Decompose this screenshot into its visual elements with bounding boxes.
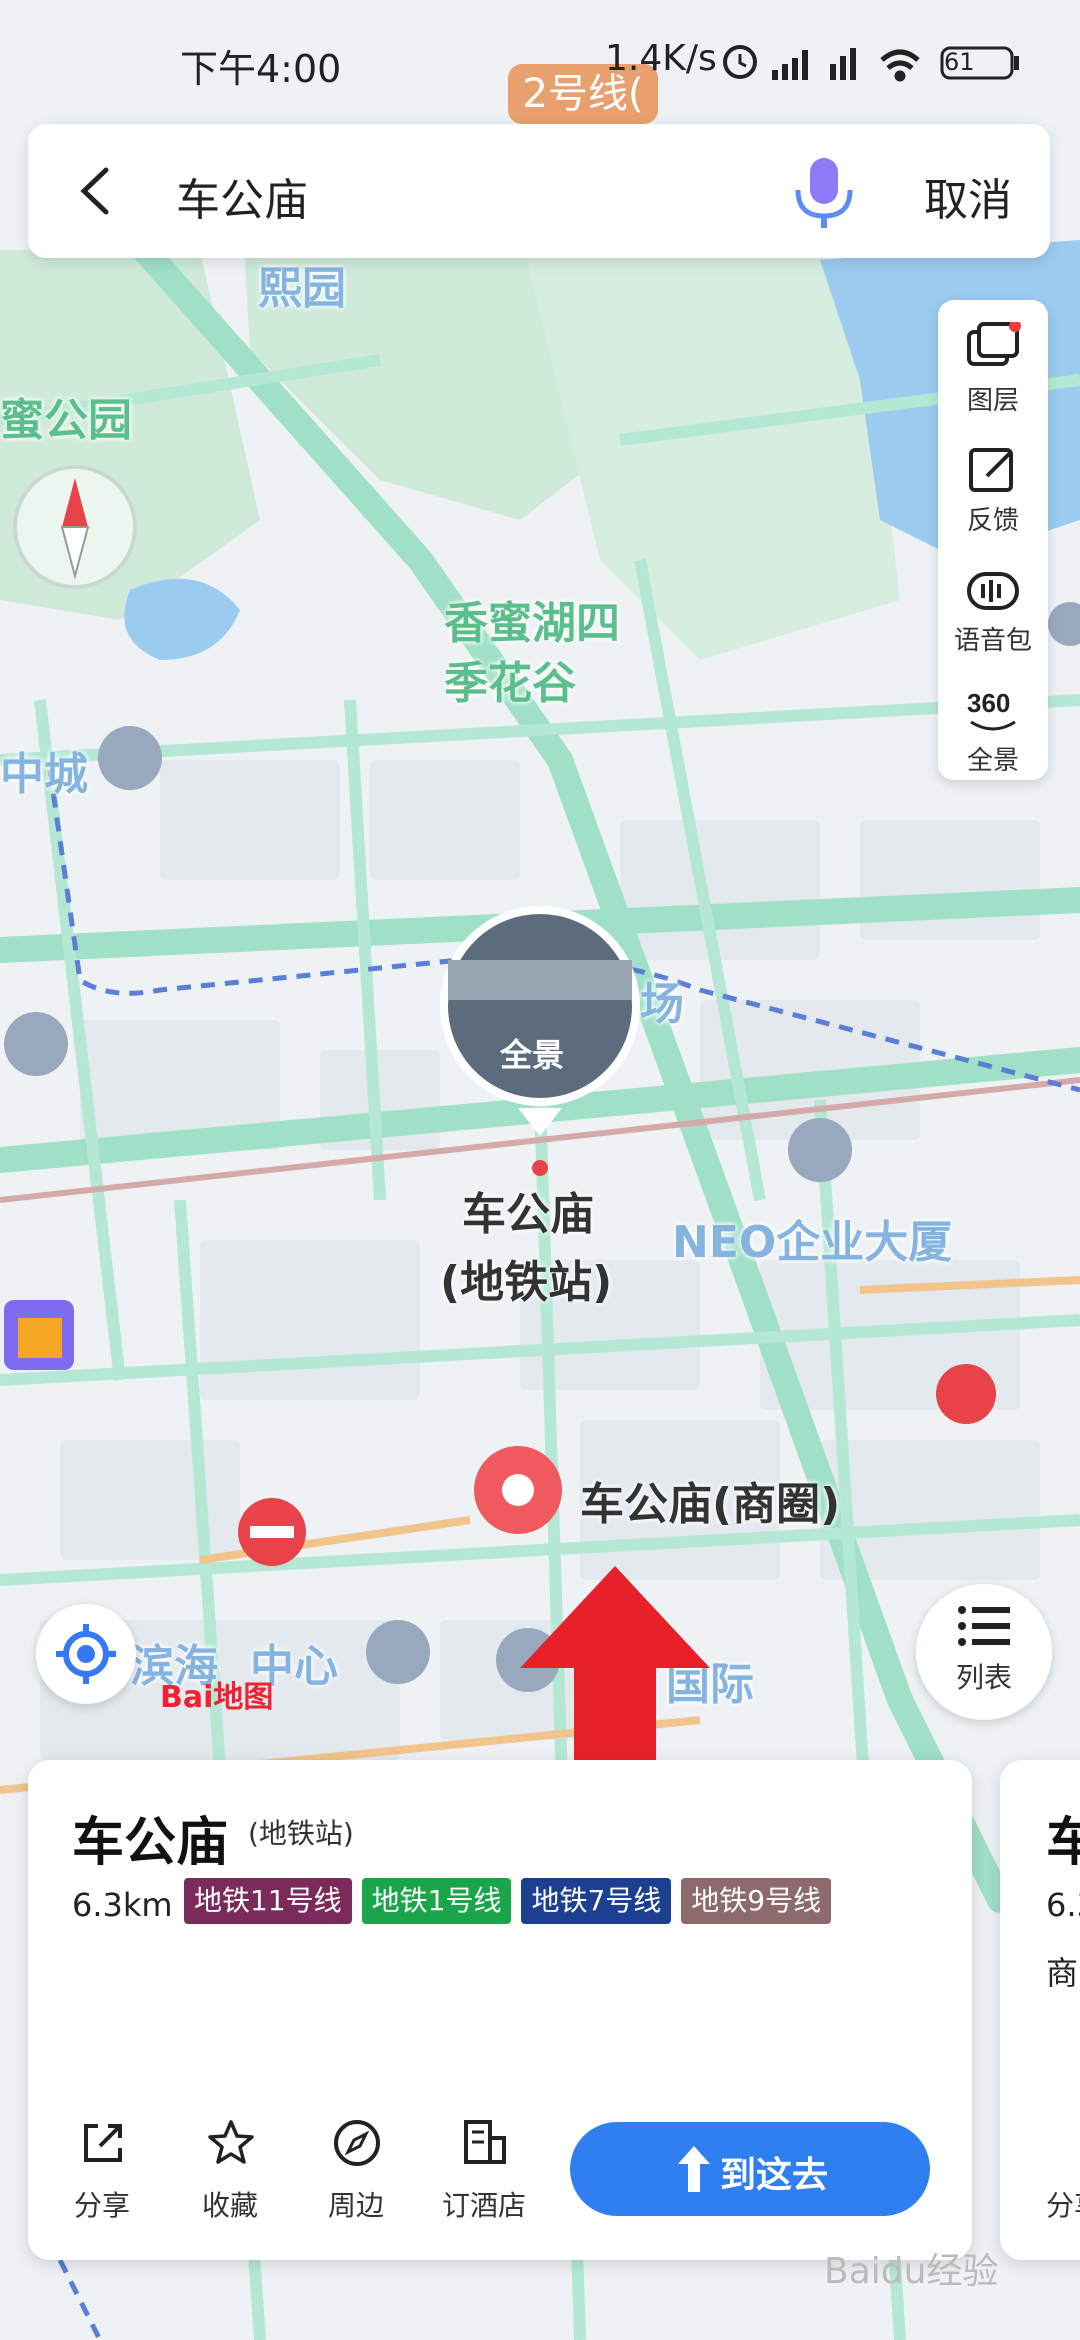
panorama-bubble-label[interactable]: 全景: [500, 1030, 564, 1076]
map-label-park-fragment: 熙园: [258, 263, 346, 314]
hotel-button[interactable]: 订酒店: [434, 2118, 534, 2238]
layers-icon: [967, 322, 1021, 366]
list-label: 列表: [955, 1661, 1012, 1694]
search-input[interactable]: 车公庙: [176, 164, 308, 228]
feedback-icon: [969, 448, 1013, 492]
feedback-button[interactable]: 反馈: [938, 426, 1048, 546]
panorama-button[interactable]: 360 全景: [938, 666, 1048, 786]
locate-icon: [56, 1624, 116, 1684]
map-label-plaza: 场: [640, 979, 684, 1030]
list-icon: [958, 1606, 1010, 1646]
nearby-label: 周边: [327, 2189, 384, 2222]
battery-level: 61: [944, 48, 975, 76]
map-label-scenic: 香蜜湖四季花谷: [444, 598, 620, 709]
map-label-station-sub[interactable]: (地铁站): [440, 1246, 612, 1310]
next-card-title: 车: [1046, 1813, 1080, 1873]
next-card-sub: 商: [1046, 1954, 1079, 1992]
metro-lines: 地铁11号线 地铁1号线 地铁7号线 地铁9号线: [184, 1878, 841, 1924]
metro-line-badge: 地铁7号线: [521, 1878, 672, 1924]
voice-pack-label: 语音包: [953, 626, 1032, 656]
next-card-action[interactable]: 分享: [1046, 2184, 1080, 2224]
map-tools-panel: 图层 反馈 语音包 360 全景: [938, 300, 1048, 780]
locate-button[interactable]: [36, 1604, 136, 1704]
feedback-label: 反馈: [966, 506, 1019, 536]
wifi-icon: [880, 49, 920, 82]
metro-line-badge: 地铁1号线: [361, 1878, 512, 1924]
panorama-label: 全景: [966, 746, 1019, 776]
panorama-360-icon: 360: [967, 688, 1016, 731]
nearby-button[interactable]: 周边: [306, 2118, 406, 2238]
favorite-label: 收藏: [201, 2189, 258, 2222]
signal-icon: [772, 50, 808, 80]
map-label-park: 蜜公园: [0, 395, 132, 446]
microphone-icon[interactable]: [788, 154, 860, 232]
metro-line-badge: 地铁11号线: [184, 1878, 352, 1924]
baidu-map-logo: Bai地图: [160, 1680, 274, 1715]
share-label: 分享: [73, 2189, 130, 2222]
search-bar[interactable]: 车公庙 取消: [28, 124, 1050, 258]
place-card[interactable]: 车公庙 (地铁站) 6.3km 地铁11号线 地铁1号线 地铁7号线 地铁9号线 分享…: [28, 1760, 972, 2260]
card-actions: 分享 收藏 周边 订酒店: [28, 2118, 588, 2238]
share-button[interactable]: 分享: [52, 2118, 152, 2238]
svg-text:360: 360: [967, 688, 1010, 718]
annotation-arrow-up: [520, 1566, 710, 1766]
place-distance: 6.3km: [72, 1886, 173, 1924]
metro-line-badge: 地铁9号线: [681, 1878, 832, 1924]
place-title: 车公庙: [72, 1813, 229, 1873]
layers-label: 图层: [966, 386, 1019, 416]
cancel-button[interactable]: 取消: [924, 164, 1012, 228]
status-time: 下午4:00: [180, 47, 342, 91]
list-button[interactable]: 列表: [916, 1584, 1052, 1720]
map-label-station[interactable]: 车公庙: [462, 1178, 594, 1242]
next-card-distance: 6.3: [1046, 1886, 1080, 1924]
voice-pack-button[interactable]: 语音包: [938, 546, 1048, 666]
compass-icon[interactable]: [10, 462, 140, 592]
back-arrow-icon[interactable]: [68, 162, 126, 220]
status-icons: [723, 45, 1019, 82]
compass-icon: [334, 2120, 380, 2166]
alarm-icon: [723, 45, 757, 79]
share-icon: [84, 2124, 122, 2162]
layers-button[interactable]: 图层: [938, 306, 1048, 426]
next-place-card[interactable]: 车 6.3 商 分享: [1000, 1760, 1080, 2260]
status-bar: 下午4:00 1.4K/s 61: [0, 0, 1080, 120]
map-label-neo: NEO企业大厦: [672, 1217, 953, 1268]
go-here-button[interactable]: 到这去: [570, 2122, 930, 2216]
route-arrow-icon: [678, 2146, 710, 2192]
map-label-district[interactable]: 车公庙(商圈): [580, 1468, 840, 1532]
watermark: Baidu经验: [824, 2251, 999, 2292]
status-net-speed: 1.4K/s: [605, 38, 717, 79]
star-icon: [208, 2120, 254, 2164]
place-subtitle: (地铁站): [248, 1817, 354, 1850]
signal-hd-icon: [830, 48, 856, 80]
map-label-city: 中城: [0, 749, 88, 800]
voice-pack-icon: [967, 572, 1019, 610]
hotel-icon: [464, 2120, 506, 2164]
go-here-label: 到这去: [720, 2155, 829, 2196]
hotel-label: 订酒店: [441, 2189, 526, 2222]
favorite-button[interactable]: 收藏: [180, 2118, 280, 2238]
